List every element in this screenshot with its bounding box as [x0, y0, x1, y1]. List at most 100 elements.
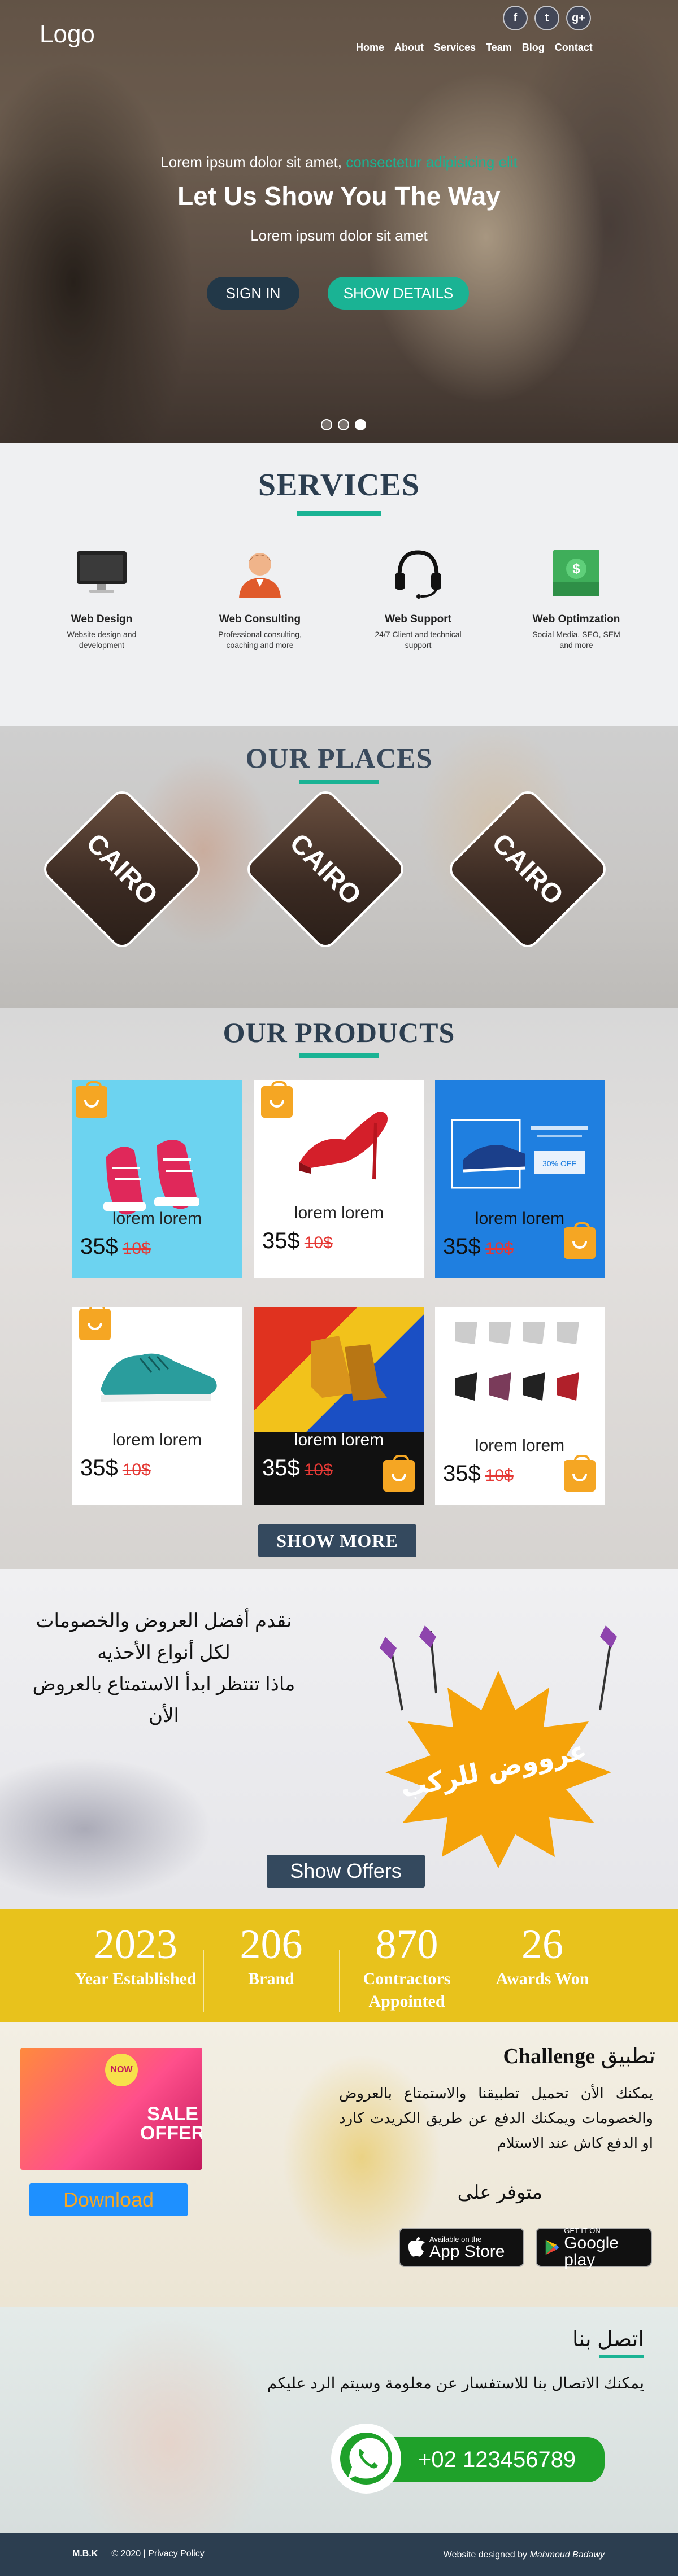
offer-burst-graphic: عرووض للركب [380, 1625, 617, 1868]
hero-subtitle: Lorem ipsum dolor sit amet [250, 227, 428, 244]
product-name: lorem lorem [294, 1431, 384, 1449]
section-title: SERVICES [258, 468, 420, 503]
product-price: 35$ 10$ [443, 1461, 514, 1487]
stat-contractors: 870 Contractors Appointed [339, 1921, 475, 2013]
service-title: Web Support [385, 613, 451, 625]
footer-credit: Website designed by Mahmoud Badawy [444, 2550, 605, 2560]
stat-label: Contractors Appointed [363, 1969, 451, 2011]
shopping-bag-icon [564, 1222, 596, 1259]
gplay-big: Google play [564, 2233, 619, 2269]
whatsapp-icon[interactable] [331, 2424, 401, 2494]
services-section: SERVICES Web Design Website design and d… [0, 443, 678, 726]
product-card[interactable]: lorem lorem 35$ 10$ [72, 1080, 242, 1278]
app-description: يمكنك الأن تحميل تطبيقنا والاستمتاع بالع… [339, 2085, 653, 2151]
hero-kicker-accent: consectetur adipisicing elit [342, 154, 518, 171]
product-name: lorem lorem [112, 1431, 202, 1449]
place-card[interactable]: CAIRO [444, 786, 611, 953]
credit-name: Mahmoud Badawy [529, 2550, 605, 2560]
contact-description: يمكنك الاتصال بنا للاستفسار عن معلومة وس… [267, 2374, 644, 2392]
slider-dot-active[interactable] [355, 419, 366, 430]
headset-icon [370, 544, 466, 601]
show-more-button[interactable]: SHOW MORE [258, 1524, 416, 1557]
app-title-ar: تطبيق [601, 2045, 655, 2068]
hero-section: Logo f t g+ Home About Services Team Blo… [0, 0, 678, 443]
offers-text: نقدم أفضل العروض والخصومات لكل أنواع الأ… [17, 1605, 311, 1732]
stat-number: 206 [240, 1921, 303, 1968]
footer-copyright[interactable]: © 2020 | Privacy Policy [111, 2549, 204, 2559]
product-price: 35$ 10$ [262, 1228, 333, 1254]
hero-kicker: Lorem ipsum dolor sit amet, consectetur … [0, 154, 678, 171]
nav-services[interactable]: Services [434, 42, 476, 54]
nav-blog[interactable]: Blog [522, 42, 545, 54]
service-web-support: Web Support 24/7 Client and technical su… [370, 544, 466, 651]
service-web-optimization: $ Web Optimzation Social Media, SEO, SEM… [528, 544, 624, 651]
current-price: 35$ [80, 1234, 118, 1259]
places-section: OUR PLACES CAIRO CAIRO CAIRO [0, 726, 678, 1008]
download-button[interactable]: Download [29, 2183, 188, 2216]
product-name: lorem lorem [294, 1204, 384, 1222]
offers-line: نقدم أفضل العروض والخصومات [36, 1610, 292, 1632]
product-price: 35$ 10$ [262, 1455, 333, 1481]
nav-about[interactable]: About [394, 42, 424, 54]
product-card[interactable]: lorem lorem 35$ 10$ [435, 1307, 605, 1505]
google-play-button[interactable]: GET IT ON Google play [536, 2226, 652, 2269]
shopping-bag-icon [76, 1081, 107, 1118]
footer: M.B.K © 2020 | Privacy Policy Website de… [0, 2533, 678, 2576]
stat-number: 2023 [94, 1921, 177, 1968]
google-plus-icon[interactable]: g+ [566, 6, 591, 30]
product-price: 35$ 10$ [80, 1455, 151, 1481]
app-title: تطبيق Challenge [503, 2043, 656, 2069]
products-section: OUR PRODUCTS lorem lorem 35$ 10$ lorem lo… [0, 1008, 678, 1569]
service-desc: Social Media, SEO, SEM and more [532, 630, 620, 650]
product-card[interactable]: lorem lorem 35$ 10$ [254, 1080, 424, 1278]
shopping-bag-icon [261, 1081, 293, 1118]
product-image [435, 1307, 605, 1432]
service-desc: 24/7 Client and technical support [375, 630, 462, 650]
facebook-icon[interactable]: f [503, 6, 528, 30]
stat-brand: 206 Brand [203, 1921, 339, 2012]
slider-dot[interactable] [321, 419, 332, 430]
place-card[interactable]: CAIRO [38, 786, 206, 953]
service-title: Web Design [71, 613, 133, 625]
show-details-button[interactable]: SHOW DETAILS [328, 277, 469, 310]
app-title-en: Challenge [503, 2045, 596, 2068]
stat-label: Year Established [75, 1969, 197, 1988]
nav-home[interactable]: Home [356, 42, 384, 54]
nav-team[interactable]: Team [486, 42, 512, 54]
app-store-button[interactable]: Available on the App Store [399, 2228, 524, 2267]
app-section: NOW SALE OFFER Download تطبيق Challenge … [0, 2022, 678, 2307]
place-name: CAIRO [284, 827, 367, 911]
old-price: 10$ [304, 1233, 333, 1252]
twitter-icon[interactable]: t [534, 6, 559, 30]
product-price: 35$ 10$ [443, 1234, 514, 1259]
service-title: Web Optimzation [532, 613, 620, 625]
nav-contact[interactable]: Contact [555, 42, 593, 54]
apple-icon [408, 2237, 425, 2257]
google-play-icon [545, 2239, 559, 2255]
shopping-bag-icon [383, 1455, 415, 1492]
available-on: متوفر على [457, 2182, 542, 2203]
svg-text:$: $ [572, 561, 580, 577]
product-card[interactable]: lorem lorem 35$ 10$ [72, 1307, 242, 1505]
hero-kicker-text: Lorem ipsum dolor sit amet, [160, 154, 342, 171]
product-card[interactable]: lorem lorem 35$ 10$ [254, 1307, 424, 1505]
hero-title: Let Us Show You The Way [177, 181, 501, 211]
sign-in-button[interactable]: SIGN IN [207, 277, 299, 310]
stat-number: 26 [521, 1921, 563, 1968]
sale-promo-image: NOW SALE OFFER [20, 2048, 202, 2170]
product-name: lorem lorem [112, 1209, 202, 1228]
old-price: 10$ [122, 1461, 151, 1479]
section-title: OUR PRODUCTS [223, 1017, 455, 1048]
social-links: f t g+ [503, 6, 591, 30]
logo[interactable]: Logo [40, 20, 95, 49]
old-price: 10$ [485, 1239, 514, 1258]
product-card[interactable]: 30% OFF lorem lorem 35$ 10$ [435, 1080, 605, 1278]
contact-title-underline [599, 2355, 644, 2358]
place-card[interactable]: CAIRO [242, 786, 409, 953]
shopping-bag-icon [564, 1455, 596, 1492]
show-offers-button[interactable]: Show Offers [267, 1855, 425, 1888]
stat-label: Awards Won [496, 1969, 589, 1988]
slider-dot[interactable] [338, 419, 349, 430]
stats-section: 2023 Year Established 206 Brand 870 Cont… [0, 1909, 678, 2022]
current-price: 35$ [262, 1228, 300, 1253]
